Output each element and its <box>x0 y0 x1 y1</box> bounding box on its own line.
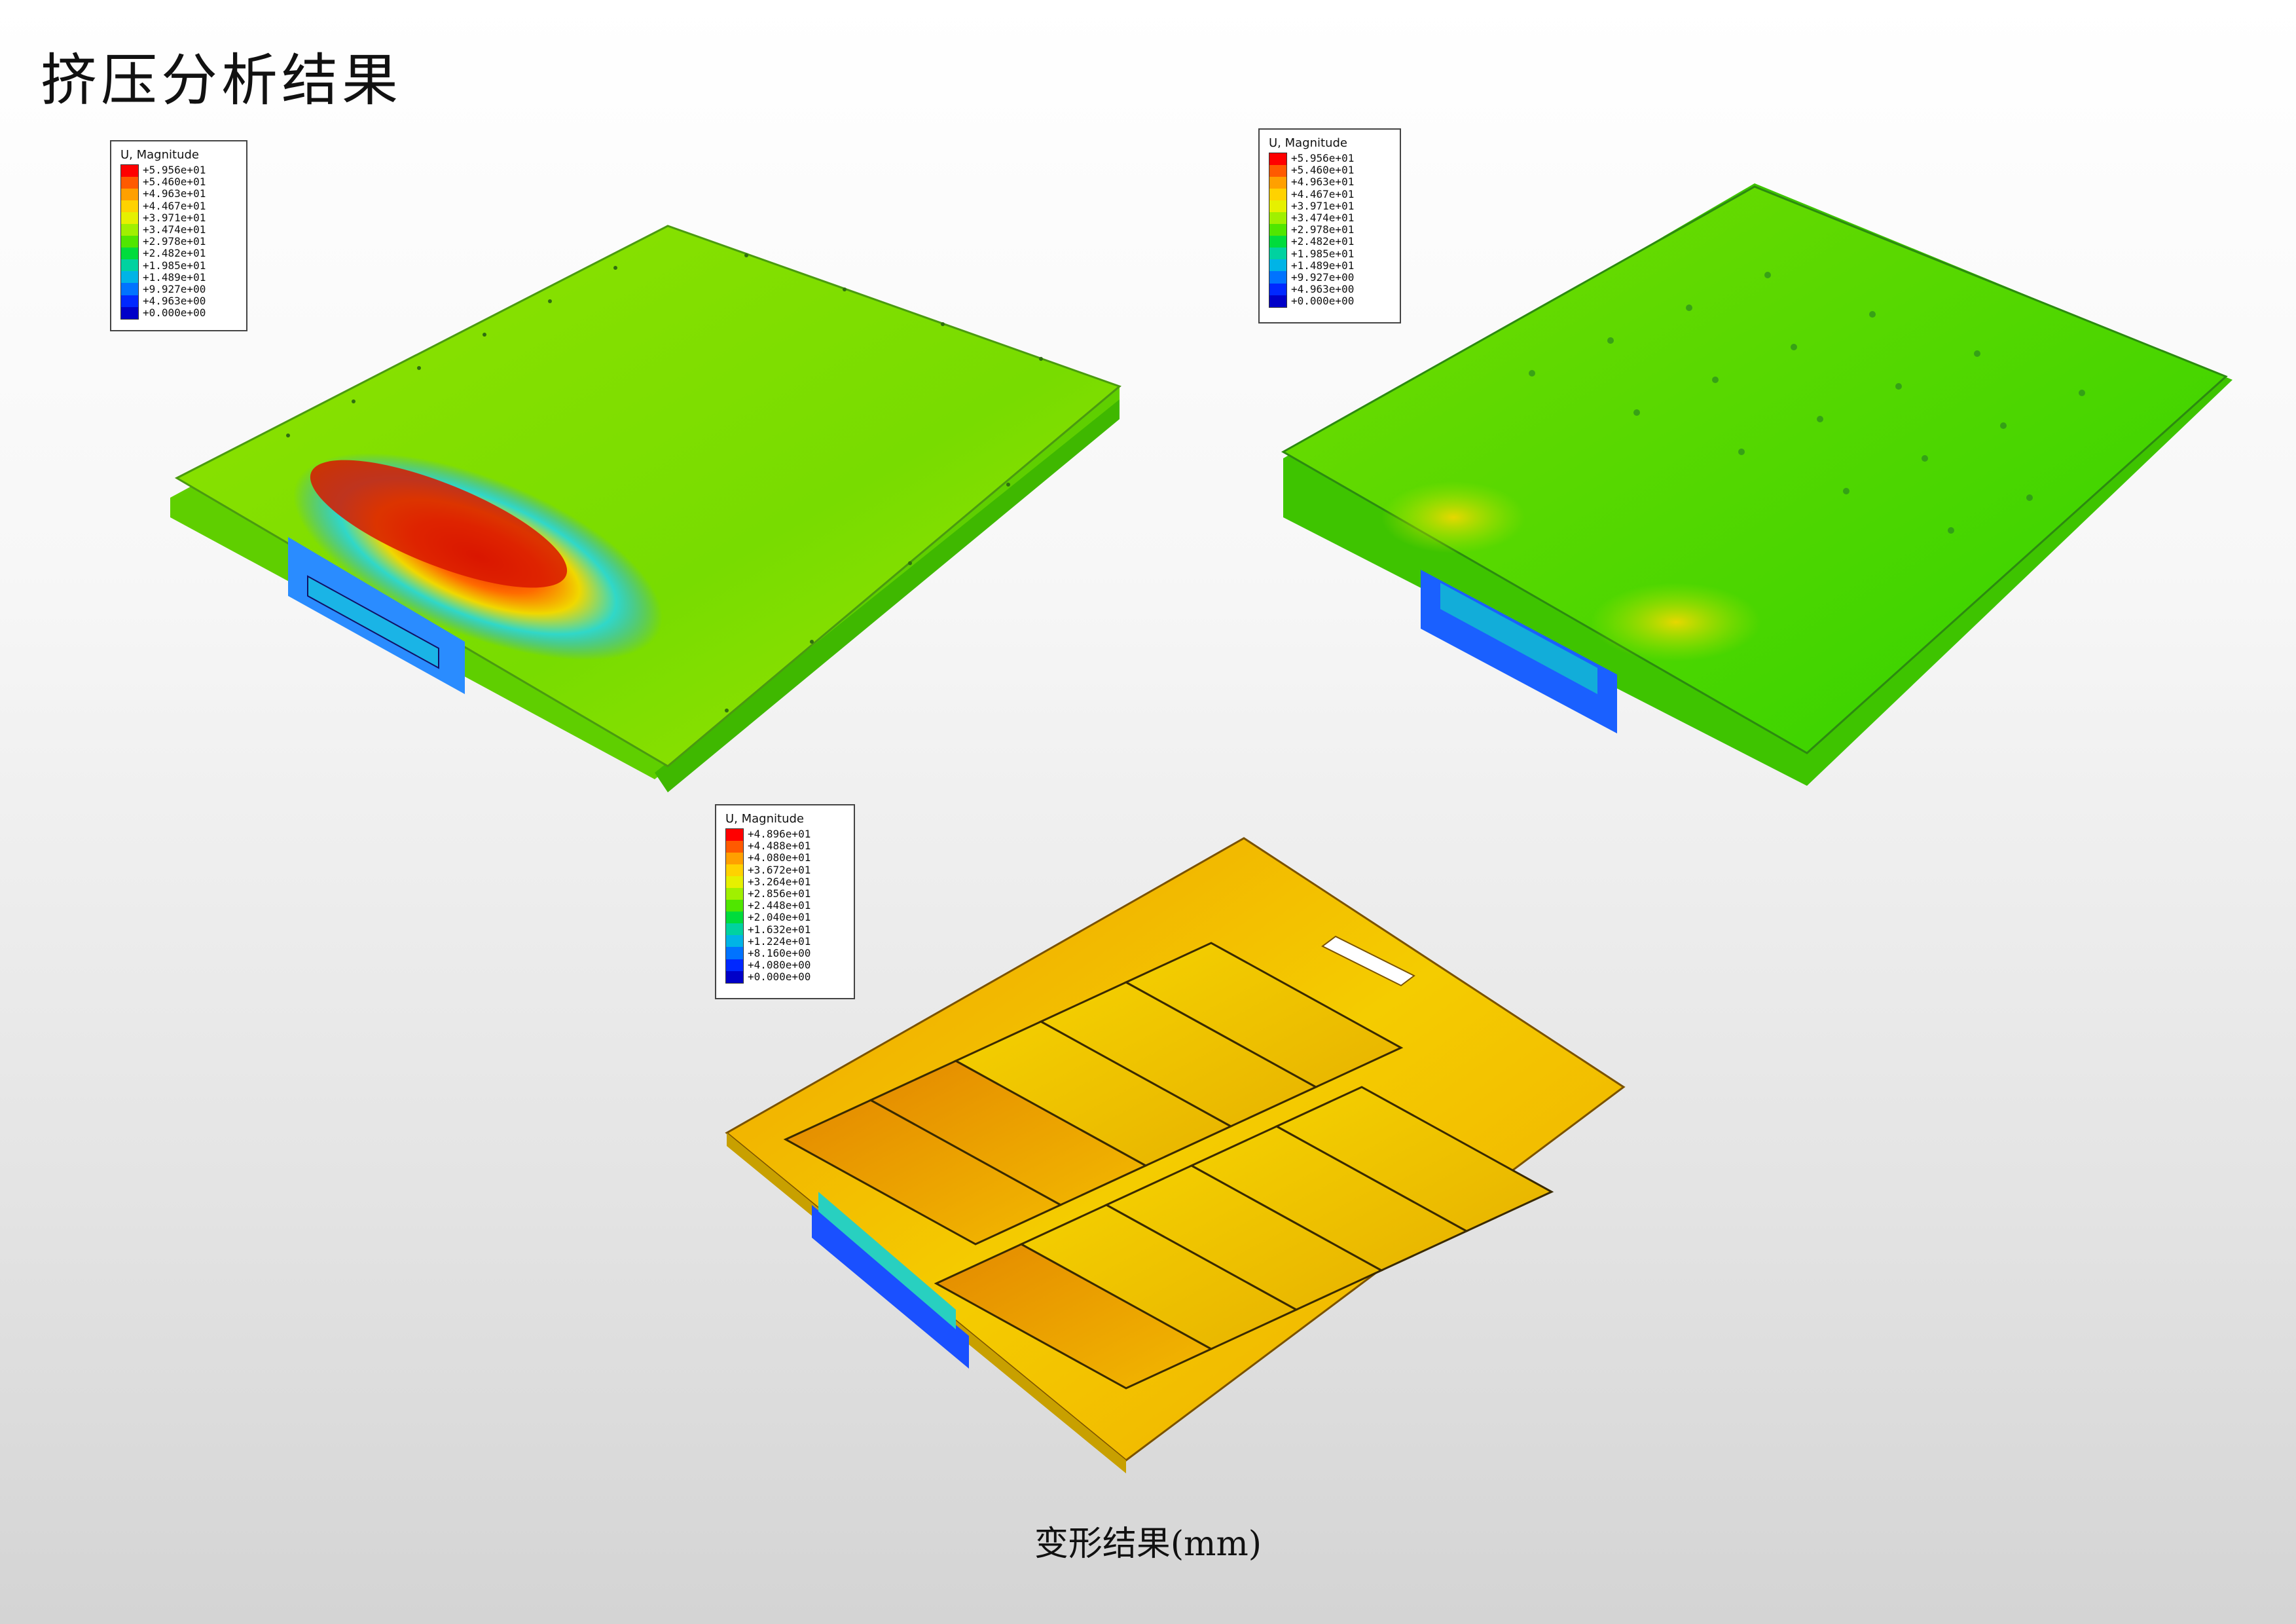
legend-value-label: +5.460e+01 <box>1291 164 1355 177</box>
color-scale-segment <box>121 200 138 213</box>
legend-value-label: +4.963e+01 <box>143 187 206 200</box>
color-scale-segment <box>121 259 138 272</box>
figure-caption: 变形结果(mm) <box>1034 1524 1262 1564</box>
legend-value-label: +5.956e+01 <box>1291 152 1355 164</box>
legend-title: U, Magnitude <box>120 148 199 162</box>
color-scale-segment <box>121 189 138 201</box>
color-scale-segment <box>121 283 138 295</box>
battery-pack-lid-view-1 <box>170 225 1121 792</box>
color-scale-segment <box>121 177 138 189</box>
color-scale-segment <box>121 212 138 225</box>
color-scale-segment <box>121 306 138 319</box>
color-scale-segment <box>1269 165 1286 177</box>
color-scale-segment <box>121 248 138 260</box>
battery-pack-lid-view-2 <box>1281 183 2232 786</box>
color-scale-bar <box>120 164 139 320</box>
legend-title: U, Magnitude <box>1269 136 1347 150</box>
color-scale-segment <box>1269 153 1286 166</box>
battery-pack-modules-view <box>725 837 1626 1473</box>
color-scale-segment <box>121 236 138 248</box>
color-scale-segment <box>121 271 138 284</box>
color-scale-segment <box>121 295 138 307</box>
legend-value-label: +5.956e+01 <box>143 164 206 176</box>
legend-value-label: +5.460e+01 <box>143 175 206 189</box>
page-title: 挤压分析结果 <box>41 48 402 113</box>
color-scale-segment <box>121 165 138 177</box>
color-scale-segment <box>121 224 138 236</box>
legend-title: U, Magnitude <box>725 812 804 826</box>
